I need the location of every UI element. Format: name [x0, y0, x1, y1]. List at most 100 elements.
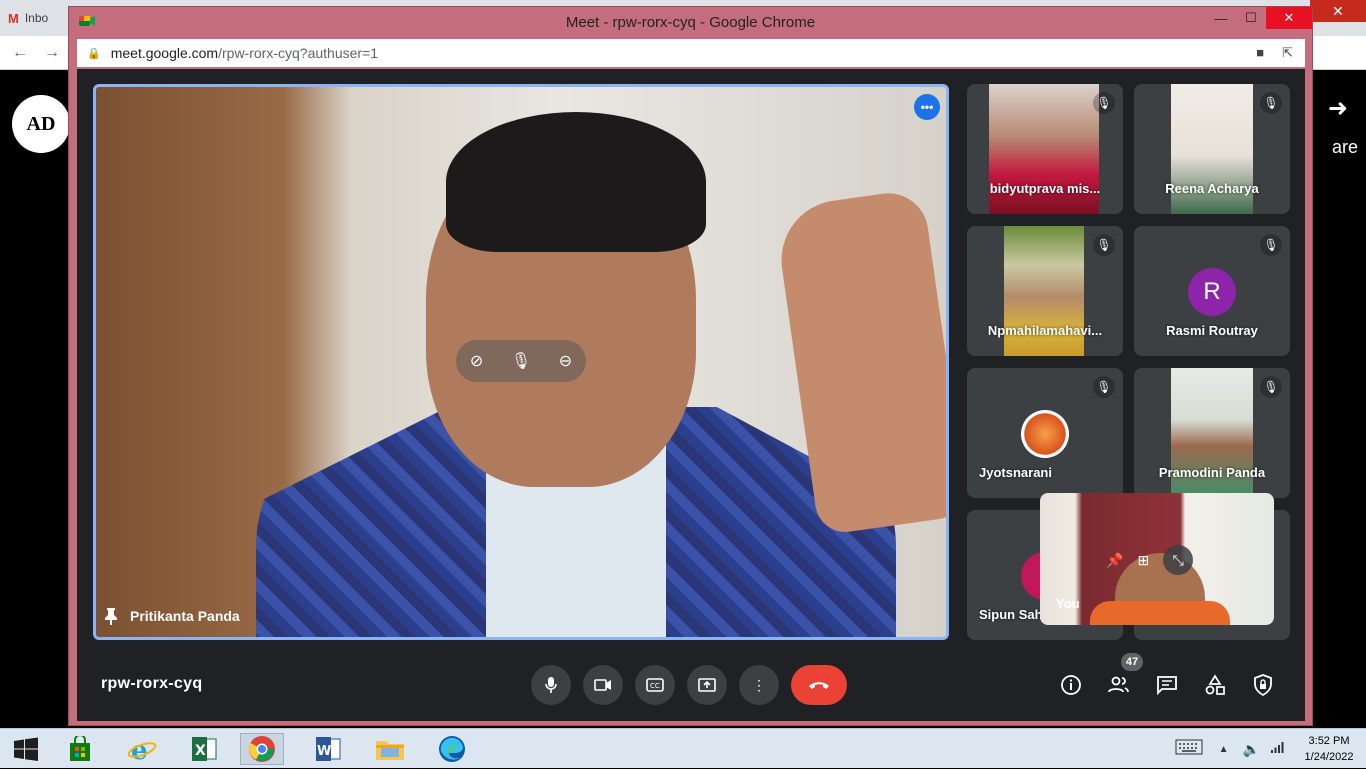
captions-icon: CC	[646, 678, 664, 692]
clock-date: 1/24/2022	[1304, 751, 1354, 763]
taskbar: e X W ▲ 🔈 3:52 PM 1/24/2022	[0, 728, 1366, 768]
camera-indicator-icon[interactable]: ■	[1256, 45, 1264, 61]
people-icon	[1108, 676, 1129, 693]
participant-name: Jyotsnarani	[979, 465, 1052, 480]
avatar	[1021, 410, 1069, 458]
share-arrow-icon[interactable]: ➜	[1328, 94, 1348, 123]
microphone-button[interactable]	[531, 665, 571, 705]
background-share-text: are	[1331, 137, 1358, 157]
minimize-self-icon[interactable]: ⤡	[1163, 545, 1194, 575]
mic-off-icon: 🎙	[1260, 234, 1282, 256]
background-tab-label: Inbo	[24, 11, 49, 25]
window-title: Meet - rpw-rorx-cyq - Google Chrome	[565, 13, 816, 31]
participant-tile[interactable]: 🎙 Jyotsnarani	[967, 368, 1123, 498]
captions-button[interactable]: CC	[635, 665, 675, 705]
more-options-icon[interactable]: •••	[914, 94, 940, 120]
pin-icon	[105, 608, 117, 625]
network-signal-icon[interactable]	[1270, 740, 1284, 758]
participant-name: Npmahilamahavi...	[987, 323, 1103, 338]
present-button[interactable]	[687, 665, 727, 705]
participant-name: Rasmi Routray	[1166, 323, 1258, 338]
svg-text:CC: CC	[650, 682, 660, 690]
window-controls: — ☐ ✕	[1206, 7, 1312, 31]
activities-button[interactable]	[1201, 671, 1229, 699]
meeting-code: rpw-rorx-cyq	[101, 675, 203, 692]
participant-name: Pramodini Panda	[1158, 465, 1266, 480]
svg-text:W: W	[317, 744, 331, 759]
minimize-button[interactable]: —	[1206, 7, 1236, 29]
meeting-details-button[interactable]	[1057, 671, 1085, 699]
clock[interactable]: 3:52 PM 1/24/2022	[1292, 733, 1366, 765]
people-count-badge: 47	[1121, 653, 1143, 671]
participant-tile[interactable]: 🎙 Pramodini Panda	[1134, 368, 1290, 498]
pin-icon[interactable]: 📌	[1106, 552, 1123, 569]
url-bar[interactable]: 🔒 meet.google.com /rpw-rorx-cyq?authuser…	[77, 39, 1305, 67]
edge-icon[interactable]	[430, 733, 474, 765]
main-speaker-tile[interactable]: ••• ⊘ 🎙 ⊖ Pritikanta Panda	[93, 84, 949, 640]
activities-shapes-icon	[1205, 674, 1225, 695]
store-icon[interactable]	[58, 733, 102, 765]
lock-icon: 🔒	[87, 47, 101, 60]
keyboard-icon[interactable]	[1175, 739, 1203, 760]
excel-icon[interactable]: X	[182, 733, 226, 765]
gmail-icon: M	[8, 10, 19, 26]
meet-stage: ••• ⊘ 🎙 ⊖ Pritikanta Panda 🎙 bidyutprava…	[77, 69, 1305, 721]
chrome-icon[interactable]	[240, 733, 284, 765]
mic-off-icon: 🎙	[1093, 376, 1115, 398]
windows-start-icon[interactable]	[4, 733, 48, 765]
mic-off-icon: 🎙	[1093, 234, 1115, 256]
background-tab-gmail[interactable]: M Inbo	[8, 6, 48, 30]
speaker-hair	[446, 112, 706, 252]
self-view-controls: 📌 ⊞ ⤡	[1106, 545, 1194, 575]
main-speaker-name: Pritikanta Panda	[104, 607, 240, 625]
shield-lock-icon	[1254, 674, 1272, 696]
speaker-name-label: Pritikanta Panda	[130, 608, 240, 624]
file-explorer-icon[interactable]	[368, 733, 412, 765]
mic-off-icon: 🎙	[1093, 92, 1115, 114]
hang-up-icon	[809, 682, 829, 689]
end-call-button[interactable]	[791, 665, 847, 705]
close-button[interactable]: ✕	[1266, 7, 1312, 29]
volume-icon[interactable]: 🔈	[1243, 741, 1260, 758]
unpin-icon[interactable]: ⊘	[470, 351, 483, 371]
internet-explorer-icon[interactable]: e	[120, 733, 164, 765]
remove-icon[interactable]: ⊖	[559, 351, 572, 371]
mic-off-icon: 🎙	[1260, 376, 1282, 398]
participant-tile[interactable]: 🎙 Reena Acharya	[1134, 84, 1290, 214]
url-path: /rpw-rorx-cyq?authuser=1	[218, 45, 379, 61]
participant-name: bidyutprava mis...	[989, 181, 1101, 196]
clock-time: 3:52 PM	[1308, 735, 1350, 747]
grid-icon[interactable]: ⊞	[1137, 552, 1149, 569]
url-host: meet.google.com	[110, 45, 219, 61]
meet-app-icon	[79, 16, 95, 26]
back-arrow-icon[interactable]: ←	[12, 44, 28, 62]
background-close-button[interactable]: ✕	[1310, 0, 1366, 22]
system-tray: ▲ 🔈 3:52 PM 1/24/2022	[1175, 729, 1366, 769]
participant-name: Reena Acharya	[1165, 181, 1259, 196]
svg-text:X: X	[195, 743, 206, 759]
avatar: R	[1188, 268, 1236, 316]
maximize-button[interactable]: ☐	[1236, 7, 1266, 29]
self-view[interactable]: 📌 ⊞ ⤡ You	[1040, 493, 1274, 625]
more-options-button[interactable]: ⋮	[739, 665, 779, 705]
microphone-icon	[545, 677, 557, 693]
people-button[interactable]	[1105, 671, 1133, 699]
participant-tile[interactable]: 🎙 bidyutprava mis...	[967, 84, 1123, 214]
self-view-label: You	[1056, 596, 1080, 611]
participant-tile[interactable]: R 🎙 Rasmi Routray	[1134, 226, 1290, 356]
self-saree	[1090, 601, 1230, 625]
camera-button[interactable]	[583, 665, 623, 705]
participant-tile[interactable]: 🎙 Npmahilamahavi...	[967, 226, 1123, 356]
open-in-browser-icon[interactable]: ⇱	[1282, 45, 1293, 61]
microphone-icon[interactable]: 🎙	[511, 351, 531, 371]
chat-icon	[1157, 676, 1177, 695]
host-controls-button[interactable]	[1249, 671, 1277, 699]
chat-button[interactable]	[1153, 671, 1181, 699]
tile-hover-controls: ⊘ 🎙 ⊖	[456, 340, 586, 382]
chevron-up-icon[interactable]: ▲	[1219, 744, 1229, 755]
info-icon	[1061, 675, 1081, 695]
forward-arrow-icon[interactable]: →	[44, 44, 60, 62]
meet-window: Meet - rpw-rorx-cyq - Google Chrome — ☐ …	[68, 6, 1313, 726]
word-icon[interactable]: W	[306, 733, 350, 765]
vertical-dots-icon: ⋮	[752, 676, 766, 693]
